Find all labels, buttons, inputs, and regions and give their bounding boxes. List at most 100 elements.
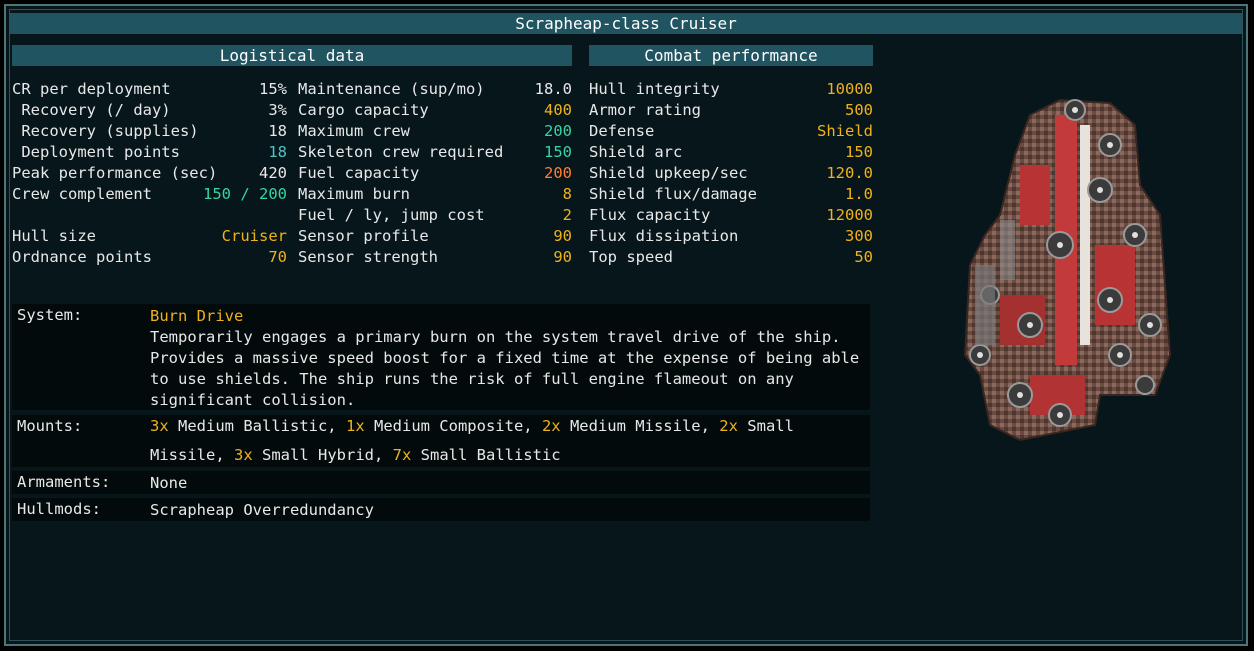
logistical-col1-row: Peak performance (sec) 420 — [12, 163, 287, 184]
logistical-col1-label: CR per deployment — [12, 80, 171, 98]
logistical-col2-value: 200 — [544, 122, 572, 140]
combat-label: Hull integrity — [589, 80, 720, 98]
logistical-col2-row: Maximum burn 8 — [298, 184, 572, 205]
combat-label: Shield arc — [589, 143, 683, 161]
logistical-col2-value: 8 — [562, 185, 572, 203]
system-label: System: — [17, 306, 83, 324]
mount-name: Medium Composite, — [364, 417, 542, 435]
logistical-col2-value: 2 — [562, 206, 572, 224]
system-description: Temporarily engages a primary burn on th… — [150, 328, 860, 409]
combat-header: Combat performance — [589, 45, 873, 66]
combat-row: Flux dissipation 300 — [589, 226, 873, 247]
mount-count: 3x — [234, 446, 253, 464]
logistical-col2-row: Cargo capacity 400 — [298, 100, 572, 121]
mount-name: Small Ballistic — [411, 446, 561, 464]
logistical-col1-value: 18 — [268, 122, 287, 140]
logistical-header: Logistical data — [12, 45, 572, 66]
logistical-col2-row: Skeleton crew required 150 — [298, 142, 572, 163]
mount-item: 3x Medium Ballistic, — [150, 417, 346, 435]
combat-label: Shield upkeep/sec — [589, 164, 748, 182]
logistical-col2-row: Sensor profile 90 — [298, 226, 572, 247]
logistical-col1-row: Crew complement 150 / 200 — [12, 184, 287, 205]
logistical-col2-value: 90 — [553, 227, 572, 245]
window-title: Scrapheap-class Cruiser — [10, 13, 1242, 34]
logistical-col2-label: Fuel / ly, jump cost — [298, 206, 485, 224]
combat-value: Shield — [817, 122, 873, 140]
mount-name: Small Hybrid, — [252, 446, 393, 464]
logistical-col2-value: 18.0 — [534, 80, 572, 98]
logistical-col1-row: Hull size Cruiser — [12, 226, 287, 247]
logistical-col1-row: Recovery (/ day) 3% — [12, 100, 287, 121]
hullmods-label: Hullmods: — [17, 500, 101, 518]
combat-row: Flux capacity 12000 — [589, 205, 873, 226]
mount-count: 7x — [392, 446, 412, 464]
mount-count: 1x — [345, 417, 365, 435]
mount-item: 7x Small Ballistic — [393, 446, 561, 464]
logistical-col2-label: Sensor strength — [298, 248, 438, 266]
logistical-col1-label: Peak performance (sec) — [12, 164, 218, 182]
logistical-col2-row: Maximum crew 200 — [298, 121, 572, 142]
combat-label: Armor rating — [589, 101, 701, 119]
combat-label: Flux dissipation — [589, 227, 739, 245]
mounts-label: Mounts: — [17, 417, 83, 435]
logistical-col1-label: Hull size — [12, 227, 96, 245]
logistical-col1-value: 18 — [268, 143, 287, 161]
logistical-col2-label: Maximum burn — [298, 185, 410, 203]
logistical-col1-label: Deployment points — [12, 143, 180, 161]
logistical-col1-value: 150 / 200 — [203, 185, 287, 203]
logistical-col1-label: Recovery (supplies) — [12, 122, 199, 140]
logistical-col2-label: Skeleton crew required — [298, 143, 504, 161]
combat-label: Top speed — [589, 248, 673, 266]
logistical-col2-label: Fuel capacity — [298, 164, 420, 182]
combat-row: Hull integrity 10000 — [589, 79, 873, 100]
combat-value: 12000 — [826, 206, 873, 224]
system-value: Burn Drive Temporarily engages a primary… — [150, 306, 862, 411]
mount-item: 1x Medium Composite, — [346, 417, 542, 435]
armaments-value: None — [150, 474, 188, 492]
logistical-col2-label: Maintenance (sup/mo) — [298, 80, 485, 98]
logistical-col2-row: Maintenance (sup/mo) 18.0 — [298, 79, 572, 100]
combat-row: Armor rating 500 — [589, 100, 873, 121]
logistical-col1-row: Deployment points 18 — [12, 142, 287, 163]
logistical-col1-label: Ordnance points — [12, 248, 152, 266]
hullmods-value: Scrapheap Overredundancy — [150, 501, 374, 519]
mount-count: 2x — [541, 417, 561, 435]
combat-value: 50 — [854, 248, 873, 266]
logistical-col2-label: Maximum crew — [298, 122, 410, 140]
mount-count: 3x — [150, 417, 169, 435]
combat-value: 500 — [845, 101, 873, 119]
logistical-col2-value: 200 — [544, 164, 572, 182]
logistical-col1-label: Crew complement — [12, 185, 152, 203]
combat-value: 150 — [845, 143, 873, 161]
logistical-col2-row: Fuel / ly, jump cost 2 — [298, 205, 572, 226]
combat-row: Shield upkeep/sec 120.0 — [589, 163, 873, 184]
combat-row: Shield arc 150 — [589, 142, 873, 163]
logistical-col1-row: Ordnance points 70 — [12, 247, 287, 268]
logistical-col1-value: 15% — [259, 80, 287, 98]
ship-sprite-icon — [963, 98, 1172, 442]
logistical-col2-label: Sensor profile — [298, 227, 429, 245]
logistical-col2-label: Cargo capacity — [298, 101, 429, 119]
mount-item: 3x Small Hybrid, — [234, 446, 393, 464]
combat-row: Shield flux/damage 1.0 — [589, 184, 873, 205]
logistical-col1-row: Recovery (supplies) 18 — [12, 121, 287, 142]
logistical-col2-value: 150 — [544, 143, 572, 161]
mount-count: 2x — [719, 417, 738, 435]
logistical-col2-value: 90 — [553, 248, 572, 266]
mounts-list: 3x Medium Ballistic, 1x Medium Composite… — [150, 412, 862, 470]
armaments-row: Armaments: None — [12, 471, 870, 494]
combat-value: 120.0 — [826, 164, 873, 182]
combat-label: Defense — [589, 122, 655, 140]
combat-label: Flux capacity — [589, 206, 711, 224]
logistical-col1-value: Cruiser — [221, 227, 287, 245]
logistical-col1-row: CR per deployment 15% — [12, 79, 287, 100]
combat-value: 1.0 — [845, 185, 873, 203]
mount-item: 2x Medium Missile, — [542, 417, 719, 435]
combat-value: 10000 — [826, 80, 873, 98]
combat-row: Top speed 50 — [589, 247, 873, 268]
combat-label: Shield flux/damage — [589, 185, 757, 203]
logistical-col1-value: 70 — [268, 248, 287, 266]
logistical-col1-value: 420 — [259, 164, 287, 182]
mount-name: Medium Missile, — [560, 417, 720, 435]
hullmods-row: Hullmods: Scrapheap Overredundancy — [12, 498, 870, 521]
